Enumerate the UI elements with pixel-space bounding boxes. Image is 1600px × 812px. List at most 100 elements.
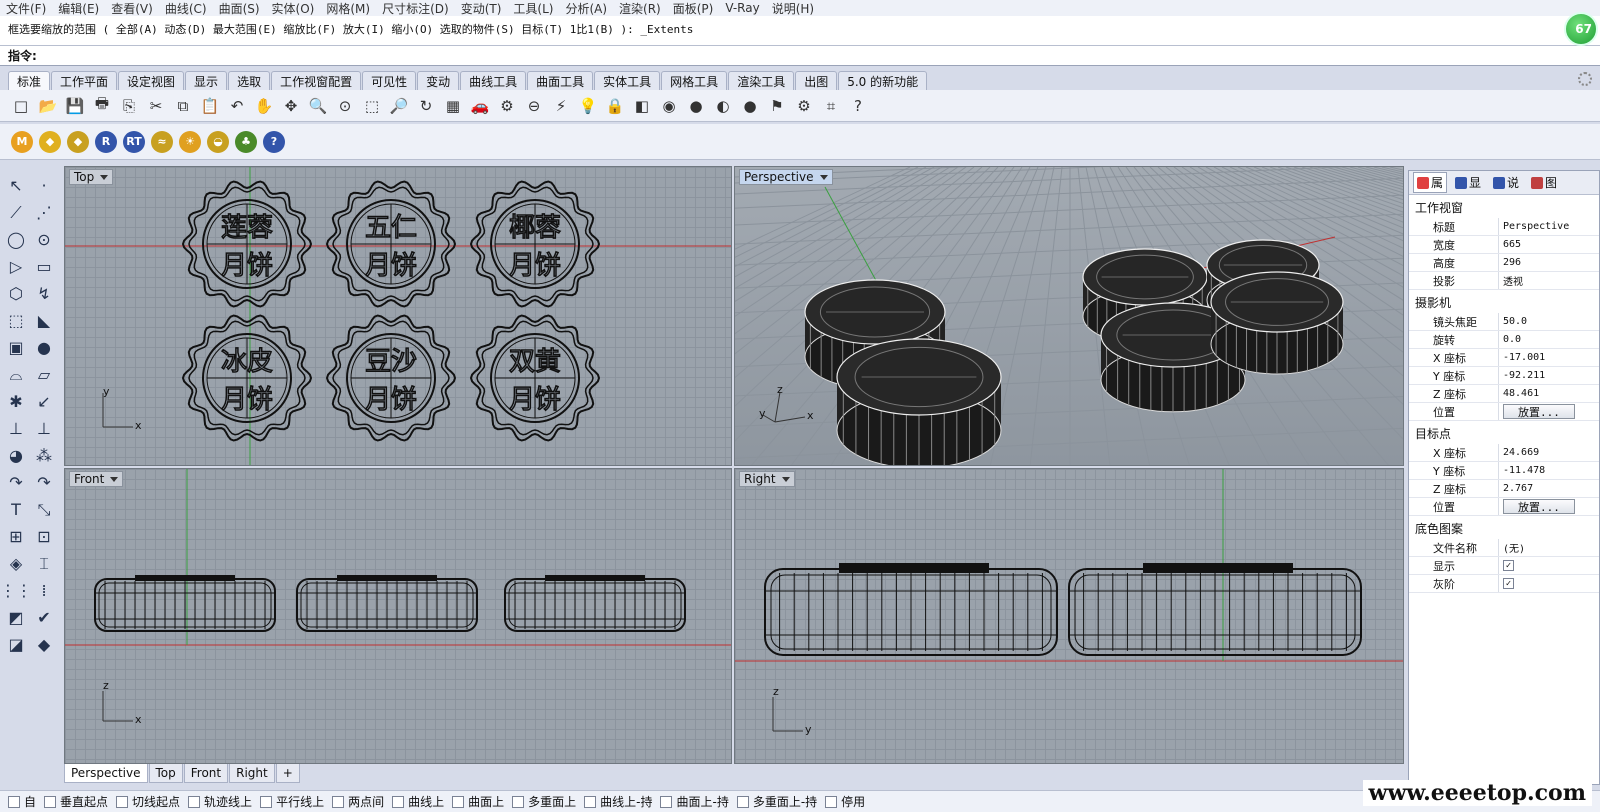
property-value[interactable]: 放置... [1499, 403, 1599, 420]
viewport-perspective[interactable]: Perspective z y x [734, 166, 1404, 466]
menu-item[interactable]: 文件(F) [6, 0, 46, 17]
tool-icon[interactable]: ↻ [413, 93, 439, 119]
tool-icon[interactable]: ⊖ [521, 93, 547, 119]
tool-icon[interactable]: ⎘ [116, 93, 142, 119]
viewport-label-perspective[interactable]: Perspective [739, 169, 833, 185]
checkbox[interactable] [584, 795, 597, 808]
modeling-tool-icon[interactable]: ⤡ [30, 496, 58, 523]
vray-dome-icon[interactable]: ◒ [207, 130, 229, 153]
checkbox[interactable] [188, 795, 201, 808]
tool-icon[interactable]: ◧ [629, 93, 655, 119]
osnap-checkbox[interactable]: 自 [8, 793, 36, 810]
osnap-checkbox[interactable]: 平行线上 [260, 793, 324, 810]
property-value[interactable]: -92.211 [1499, 367, 1599, 384]
tool-icon[interactable]: ● [737, 93, 763, 119]
menu-item[interactable]: 分析(A) [565, 0, 607, 17]
tool-icon[interactable]: ⧉ [170, 93, 196, 119]
osnap-checkbox[interactable]: 曲面上 [452, 793, 504, 810]
panel-tab[interactable]: 属 [1413, 172, 1448, 193]
tool-icon[interactable]: ✋ [251, 93, 277, 119]
tool-icon[interactable]: ▦ [440, 93, 466, 119]
checkbox[interactable]: ✓ [1503, 560, 1514, 571]
modeling-tool-icon[interactable]: ⟋ [2, 199, 30, 226]
vray-m-icon[interactable]: M [11, 130, 33, 153]
checkbox[interactable] [512, 795, 525, 808]
modeling-tool-icon[interactable]: ✱ [2, 388, 30, 415]
viewport-label-front[interactable]: Front [69, 471, 124, 487]
viewport-right[interactable]: Right z y [734, 468, 1404, 764]
menu-item[interactable]: V-Ray [725, 1, 759, 15]
modeling-tool-icon[interactable]: ⁂ [30, 442, 58, 469]
vray-help-icon[interactable]: ? [263, 130, 285, 153]
tool-icon[interactable]: □ [8, 93, 34, 119]
modeling-tool-icon[interactable]: ⌶ [30, 550, 58, 577]
vray-r-icon[interactable]: R [95, 130, 117, 153]
menu-item[interactable]: 说明(H) [772, 0, 814, 17]
tool-icon[interactable]: ⚑ [764, 93, 790, 119]
toolbar-tab[interactable]: 显示 [185, 71, 228, 90]
property-value[interactable]: 50.0 [1499, 313, 1599, 330]
tool-icon[interactable]: ⚙ [494, 93, 520, 119]
modeling-tool-icon[interactable]: ↷ [2, 469, 30, 496]
toolbar-tab[interactable]: 出图 [795, 71, 838, 90]
checkbox[interactable] [736, 795, 749, 808]
menu-item[interactable]: 曲面(S) [219, 0, 260, 17]
modeling-tool-icon[interactable]: ⁞ [30, 577, 58, 604]
vray-sun-icon[interactable]: ☀ [179, 130, 201, 153]
modeling-tool-icon[interactable]: ↯ [30, 280, 58, 307]
modeling-tool-icon[interactable]: ⋮⋮ [0, 577, 32, 604]
gear-icon[interactable] [1578, 72, 1592, 86]
tool-icon[interactable]: 📋 [197, 93, 223, 119]
vray-tag2-icon[interactable]: ◆ [67, 130, 89, 153]
osnap-checkbox[interactable]: 曲面上-持 [660, 793, 729, 810]
toolbar-tab[interactable]: 工作视窗配置 [271, 71, 362, 90]
checkbox[interactable] [660, 795, 673, 808]
modeling-tool-icon[interactable]: ▷ [2, 253, 30, 280]
modeling-tool-icon[interactable]: ● [30, 334, 58, 361]
checkbox[interactable] [44, 795, 57, 808]
property-value[interactable]: 放置... [1499, 498, 1599, 515]
property-value[interactable]: (无) [1499, 539, 1599, 556]
modeling-tool-icon[interactable]: ◯ [2, 226, 30, 253]
property-value[interactable]: 48.461 [1499, 385, 1599, 402]
toolbar-tab[interactable]: 标准 [8, 71, 51, 90]
toolbar-tab[interactable]: 5.0 的新功能 [838, 71, 928, 90]
modeling-tool-icon[interactable]: ⬡ [2, 280, 30, 307]
osnap-checkbox[interactable]: 停用 [825, 793, 865, 810]
toolbar-tab[interactable]: 网格工具 [661, 71, 728, 90]
panel-tab[interactable]: 说 [1489, 172, 1523, 193]
menu-item[interactable]: 变动(T) [461, 0, 502, 17]
tool-icon[interactable]: ? [845, 93, 871, 119]
tool-icon[interactable]: ⌗ [818, 93, 844, 119]
vray-rt-icon[interactable]: RT [123, 130, 145, 153]
modeling-tool-icon[interactable]: ⊥ [2, 415, 30, 442]
property-value[interactable]: -11.478 [1499, 462, 1599, 479]
panel-tab[interactable]: 图 [1527, 172, 1561, 193]
viewport-top[interactable]: 莲蓉 月饼 五仁 月饼 椰蓉 月饼 冰皮 月饼 豆沙 月饼 双黄 月饼 Top y x [64, 166, 732, 466]
property-value[interactable]: 24.669 [1499, 444, 1599, 461]
tool-icon[interactable]: ↶ [224, 93, 250, 119]
viewport-tab[interactable]: + [275, 764, 300, 783]
osnap-checkbox[interactable]: 两点间 [332, 793, 384, 810]
osnap-checkbox[interactable]: 切线起点 [116, 793, 180, 810]
viewport-tab[interactable]: Perspective [64, 764, 148, 783]
modeling-tool-icon[interactable]: ◈ [2, 550, 30, 577]
modeling-tool-icon[interactable]: ↷ [30, 469, 58, 496]
modeling-tool-icon[interactable]: ⊥ [30, 415, 58, 442]
toolbar-tab[interactable]: 设定视图 [118, 71, 185, 90]
toolbar-tab[interactable]: 可见性 [362, 71, 417, 90]
property-value[interactable]: 0.0 [1499, 331, 1599, 348]
tool-icon[interactable]: ● [683, 93, 709, 119]
toolbar-tab[interactable]: 渲染工具 [728, 71, 795, 90]
property-value[interactable]: 2.767 [1499, 480, 1599, 497]
tool-icon[interactable]: ⬚ [359, 93, 385, 119]
toolbar-tab[interactable]: 实体工具 [594, 71, 661, 90]
toolbar-tab[interactable]: 工作平面 [51, 71, 118, 90]
vray-lights-icon[interactable]: ≈ [151, 130, 173, 153]
osnap-checkbox[interactable]: 多重面上-持 [736, 793, 817, 810]
toolbar-tab[interactable]: 选取 [228, 71, 271, 90]
menu-item[interactable]: 工具(L) [513, 0, 553, 17]
checkbox[interactable] [260, 795, 273, 808]
modeling-tool-icon[interactable]: ▣ [2, 334, 30, 361]
property-value[interactable]: 296 [1499, 254, 1599, 271]
